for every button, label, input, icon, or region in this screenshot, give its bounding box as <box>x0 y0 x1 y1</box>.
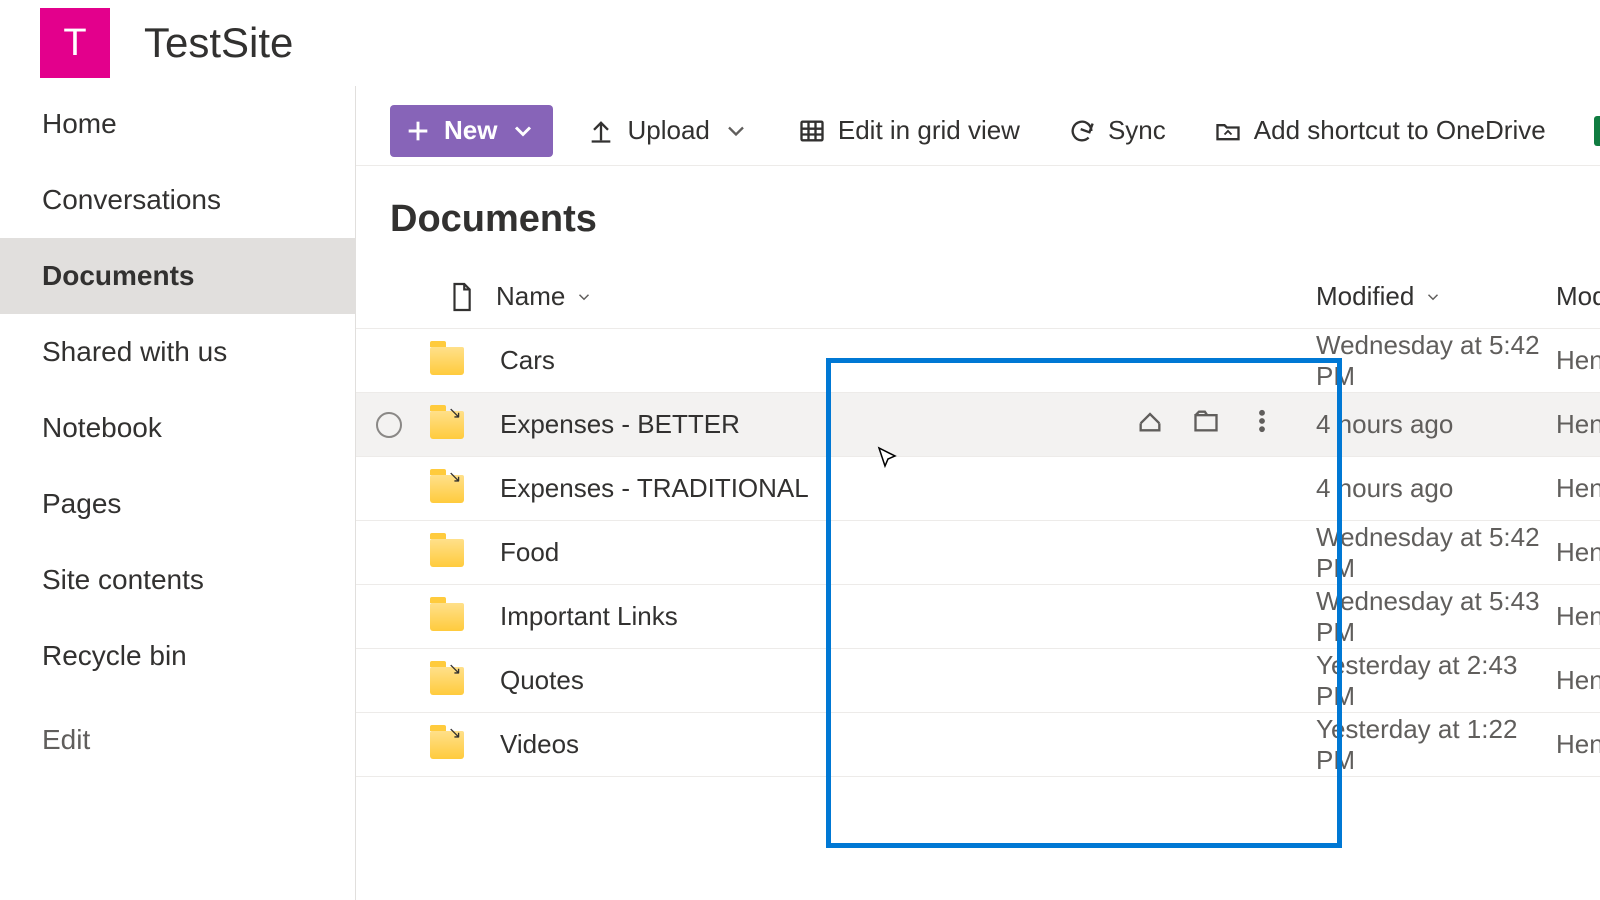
share-icon[interactable] <box>1136 407 1164 442</box>
upload-button[interactable]: Upload <box>563 96 773 166</box>
item-name[interactable]: Videos <box>500 729 579 760</box>
new-button-label: New <box>444 115 497 146</box>
folder-icon: ↘ <box>430 475 464 503</box>
modified-by-value[interactable]: Henry Legge <box>1556 537 1600 568</box>
sidebar-item-recycle-bin[interactable]: Recycle bin <box>0 618 355 694</box>
page-title: Documents <box>356 166 1600 265</box>
command-bar: New Upload Edit in grid view <box>356 96 1600 166</box>
modified-value: Wednesday at 5:43 PM <box>1316 586 1556 648</box>
modified-by-value[interactable]: Henry Legge <box>1556 473 1600 504</box>
chevron-down-icon <box>722 117 750 145</box>
sync-icon <box>1068 117 1096 145</box>
sidebar-item-shared-with-us[interactable]: Shared with us <box>0 314 355 390</box>
table-row[interactable]: ↘ Videos Yesterday at 1:22 PMHenry Legge <box>356 713 1600 777</box>
sidebar-item-home[interactable]: Home <box>0 86 355 162</box>
table-row[interactable]: Important Links Wednesday at 5:43 PMHenry… <box>356 585 1600 649</box>
site-header: T TestSite <box>0 0 1600 86</box>
folder-icon <box>430 539 464 567</box>
modified-value: Yesterday at 2:43 PM <box>1316 650 1556 712</box>
modified-by-value[interactable]: Henry Legge <box>1556 409 1600 440</box>
export-button[interactable]: X Export to Exc <box>1570 96 1600 166</box>
modified-value: Yesterday at 1:22 PM <box>1316 714 1556 776</box>
folder-icon: ↘ <box>430 411 464 439</box>
upload-label: Upload <box>627 115 709 146</box>
sidebar-edit[interactable]: Edit <box>0 702 355 778</box>
upload-icon <box>587 117 615 145</box>
select-circle[interactable] <box>376 412 402 438</box>
table-row[interactable]: ↘ Expenses - TRADITIONAL 4 hours agoHenry … <box>356 457 1600 521</box>
sidebar-item-pages[interactable]: Pages <box>0 466 355 542</box>
folder-icon <box>430 603 464 631</box>
sidebar-item-documents[interactable]: Documents <box>0 238 355 314</box>
site-logo[interactable]: T <box>40 8 110 78</box>
item-name[interactable]: Quotes <box>500 665 584 696</box>
modified-by-column-header[interactable]: Modified By <box>1556 281 1600 312</box>
table-row[interactable]: ↘ Expenses - BETTER 4 hours agoHenry Legge <box>356 393 1600 457</box>
excel-icon: X <box>1594 116 1600 146</box>
item-name[interactable]: Important Links <box>500 601 678 632</box>
item-name[interactable]: Food <box>500 537 559 568</box>
table-header: Name Modified Modified By Depa <box>356 265 1600 329</box>
modified-by-value[interactable]: Henry Legge <box>1556 345 1600 376</box>
chevron-down-icon <box>509 117 537 145</box>
sidebar: HomeConversationsDocumentsShared with us… <box>0 86 356 900</box>
shortcut-label: Add shortcut to OneDrive <box>1254 115 1546 146</box>
folder-icon <box>430 347 464 375</box>
modified-value: 4 hours ago <box>1316 473 1556 504</box>
modified-value: 4 hours ago <box>1316 409 1556 440</box>
main-pane: New Upload Edit in grid view <box>356 86 1600 900</box>
modified-by-value[interactable]: Henry Legge <box>1556 729 1600 760</box>
item-name[interactable]: Expenses - TRADITIONAL <box>500 473 809 504</box>
item-name[interactable]: Expenses - BETTER <box>500 409 740 440</box>
table-row[interactable]: Food Wednesday at 5:42 PMHenry Legge <box>356 521 1600 585</box>
document-list: Name Modified Modified By Depa Cars Wedne… <box>356 265 1600 777</box>
table-row[interactable]: Cars Wednesday at 5:42 PMHenry Legge <box>356 329 1600 393</box>
edit-grid-button[interactable]: Edit in grid view <box>774 96 1044 166</box>
modified-value: Wednesday at 5:42 PM <box>1316 522 1556 584</box>
shortcut-button[interactable]: Add shortcut to OneDrive <box>1190 96 1570 166</box>
sidebar-item-notebook[interactable]: Notebook <box>0 390 355 466</box>
modified-value: Wednesday at 5:42 PM <box>1316 330 1556 392</box>
more-icon[interactable] <box>1248 407 1276 442</box>
row-actions <box>1136 407 1316 442</box>
grid-icon <box>798 117 826 145</box>
open-location-icon[interactable] <box>1192 407 1220 442</box>
folder-icon: ↘ <box>430 731 464 759</box>
site-title[interactable]: TestSite <box>144 19 293 67</box>
sync-label: Sync <box>1108 115 1166 146</box>
table-row[interactable]: ↘ Quotes Yesterday at 2:43 PMHenry Legge <box>356 649 1600 713</box>
sidebar-item-site-contents[interactable]: Site contents <box>0 542 355 618</box>
modified-column-header[interactable]: Modified <box>1316 281 1556 312</box>
file-type-column[interactable] <box>426 281 496 313</box>
folder-shortcut-icon <box>1214 117 1242 145</box>
modified-by-value[interactable]: Henry Legge <box>1556 665 1600 696</box>
item-name[interactable]: Cars <box>500 345 555 376</box>
grid-label: Edit in grid view <box>838 115 1020 146</box>
name-column-header[interactable]: Name <box>496 281 1316 312</box>
sidebar-item-conversations[interactable]: Conversations <box>0 162 355 238</box>
folder-icon: ↘ <box>430 667 464 695</box>
modified-by-value[interactable]: Henry Legge <box>1556 601 1600 632</box>
sync-button[interactable]: Sync <box>1044 96 1190 166</box>
new-button[interactable]: New <box>390 105 553 157</box>
plus-icon <box>404 117 432 145</box>
